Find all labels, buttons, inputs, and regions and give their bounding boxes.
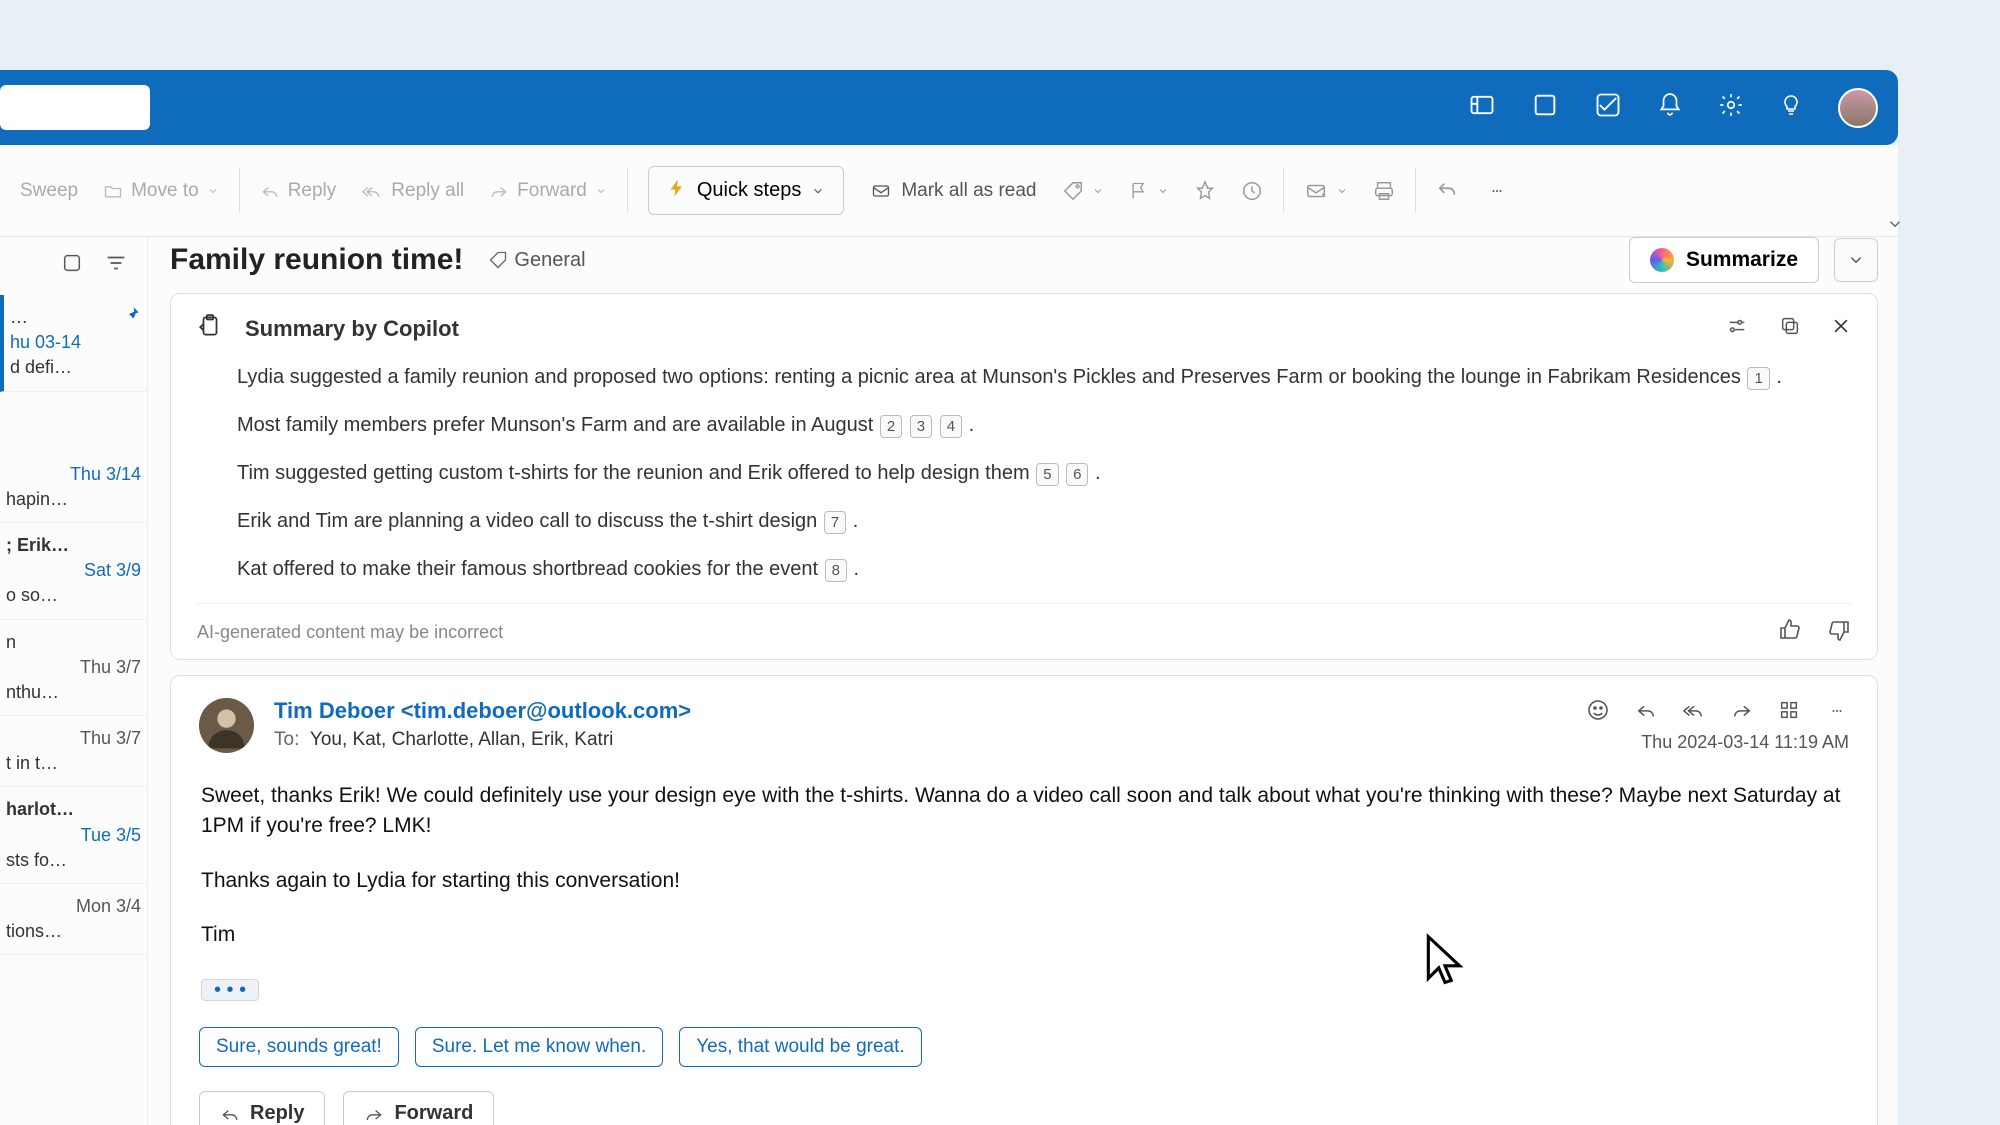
list-item[interactable]: Thu 3/7 t in t… bbox=[0, 716, 147, 787]
top-header-bar bbox=[0, 70, 1898, 145]
citation-badge[interactable]: 1 bbox=[1747, 367, 1769, 390]
select-mode-icon[interactable] bbox=[61, 252, 83, 280]
reply-button[interactable]: Reply bbox=[260, 180, 337, 202]
expand-quoted-icon[interactable]: • • • bbox=[201, 979, 259, 1001]
email-message: Tim Deboer <tim.deboer@outlook.com> To: … bbox=[170, 675, 1878, 1125]
summary-line: Most family members prefer Munson's Farm… bbox=[237, 411, 1851, 439]
snooze-button[interactable] bbox=[1241, 180, 1263, 202]
sender-name[interactable]: Tim Deboer <tim.deboer@outlook.com> bbox=[274, 698, 1566, 724]
tune-icon[interactable] bbox=[1725, 315, 1749, 342]
suggested-reply-pill[interactable]: Sure. Let me know when. bbox=[415, 1027, 663, 1067]
lightbulb-icon[interactable] bbox=[1779, 92, 1803, 123]
summary-line: Lydia suggested a family reunion and pro… bbox=[237, 363, 1851, 391]
teams-icon[interactable] bbox=[1468, 91, 1496, 124]
citation-badge[interactable]: 7 bbox=[824, 511, 846, 534]
search-input[interactable] bbox=[0, 85, 150, 130]
copilot-icon bbox=[1650, 248, 1674, 272]
move-to-button[interactable]: Move to bbox=[103, 180, 219, 202]
copy-icon[interactable] bbox=[1779, 315, 1801, 342]
more-actions-icon[interactable] bbox=[1825, 704, 1849, 722]
citation-badge[interactable]: 4 bbox=[940, 415, 962, 438]
recipients: You, Kat, Charlotte, Allan, Erik, Katri bbox=[310, 729, 613, 750]
forward-icon[interactable] bbox=[1731, 699, 1753, 726]
onenote-icon[interactable] bbox=[1531, 91, 1559, 124]
citation-badge[interactable]: 3 bbox=[910, 415, 932, 438]
citation-badge[interactable]: 5 bbox=[1036, 463, 1058, 486]
list-item[interactable]: Thu 3/14 hapin… bbox=[0, 452, 147, 523]
clipboard-icon bbox=[197, 312, 223, 345]
sweep-button[interactable]: Sweep bbox=[20, 180, 78, 202]
reading-pane: Family reunion time! General Summarize S… bbox=[148, 237, 1898, 1125]
summary-title: Summary by Copilot bbox=[245, 316, 459, 342]
bell-icon[interactable] bbox=[1657, 92, 1683, 123]
more-button[interactable] bbox=[1483, 185, 1511, 197]
reply-all-button[interactable]: Reply all bbox=[361, 180, 464, 202]
copilot-summary-card: Summary by Copilot Lydia suggested a fam… bbox=[170, 293, 1878, 660]
list-item[interactable]: n Thu 3/7 nthu… bbox=[0, 620, 147, 717]
pin-button[interactable] bbox=[1194, 180, 1216, 202]
list-item[interactable]: ; Erik… Sat 3/9 o so… bbox=[0, 523, 147, 620]
suggested-reply-pill[interactable]: Yes, that would be great. bbox=[679, 1027, 921, 1067]
suggested-replies: Sure, sounds great! Sure. Let me know whe… bbox=[199, 1027, 1849, 1067]
quick-steps-button[interactable]: Quick steps bbox=[648, 166, 844, 215]
react-icon[interactable] bbox=[1586, 698, 1610, 727]
thumbs-down-icon[interactable] bbox=[1827, 618, 1851, 647]
tag-button[interactable] bbox=[1062, 180, 1104, 202]
filter-icon[interactable] bbox=[105, 252, 127, 280]
apps-icon[interactable] bbox=[1778, 699, 1800, 726]
summarize-button[interactable]: Summarize bbox=[1629, 237, 1819, 283]
avatar[interactable] bbox=[1838, 88, 1878, 128]
ai-disclaimer-text: AI-generated content may be incorrect bbox=[197, 622, 503, 643]
command-toolbar: Sweep Move to Reply Reply all Forward Qu… bbox=[0, 145, 1898, 237]
summary-line: Erik and Tim are planning a video call t… bbox=[237, 507, 1851, 535]
list-item[interactable]: Mon 3/4 tions… bbox=[0, 884, 147, 955]
expand-actions-button[interactable] bbox=[1834, 238, 1878, 282]
citation-badge[interactable]: 8 bbox=[825, 559, 847, 582]
flag-button[interactable] bbox=[1129, 180, 1169, 202]
citation-badge[interactable]: 2 bbox=[880, 415, 902, 438]
rules-button[interactable] bbox=[1304, 180, 1348, 202]
mark-all-read-button[interactable]: Mark all as read bbox=[869, 180, 1036, 202]
sender-avatar[interactable] bbox=[199, 698, 254, 753]
settings-icon[interactable] bbox=[1718, 92, 1744, 123]
close-icon[interactable] bbox=[1831, 316, 1851, 341]
list-item[interactable]: …hu 03-14d defi… bbox=[0, 295, 147, 392]
message-list-panel: …hu 03-14d defi… Thu 3/14 hapin… ; Erik…… bbox=[0, 237, 148, 1125]
forward-button[interactable]: Forward bbox=[489, 180, 607, 202]
print-button[interactable] bbox=[1373, 180, 1395, 202]
list-item[interactable]: harlot… Tue 3/5 sts fo… bbox=[0, 787, 147, 884]
citation-badge[interactable]: 6 bbox=[1066, 463, 1088, 486]
reply-bottom-button[interactable]: Reply bbox=[199, 1091, 325, 1125]
thumbs-up-icon[interactable] bbox=[1778, 618, 1802, 647]
category-tag[interactable]: General bbox=[488, 249, 585, 272]
summary-line: Kat offered to make their famous shortbr… bbox=[237, 555, 1851, 583]
summary-line: Tim suggested getting custom t-shirts fo… bbox=[237, 459, 1851, 487]
message-date: Thu 2024-03-14 11:19 AM bbox=[1586, 732, 1849, 753]
reply-icon[interactable] bbox=[1635, 699, 1657, 726]
pin-icon bbox=[123, 305, 141, 330]
ribbon-expand-icon[interactable] bbox=[1886, 215, 1906, 235]
reply-all-icon[interactable] bbox=[1682, 699, 1706, 726]
forward-bottom-button[interactable]: Forward bbox=[343, 1091, 494, 1125]
message-body: Sweet, thanks Erik! We could definitely … bbox=[199, 781, 1849, 1005]
email-subject: Family reunion time! bbox=[170, 243, 463, 277]
undo-button[interactable] bbox=[1436, 180, 1458, 202]
suggested-reply-pill[interactable]: Sure, sounds great! bbox=[199, 1027, 399, 1067]
todo-icon[interactable] bbox=[1594, 91, 1622, 124]
